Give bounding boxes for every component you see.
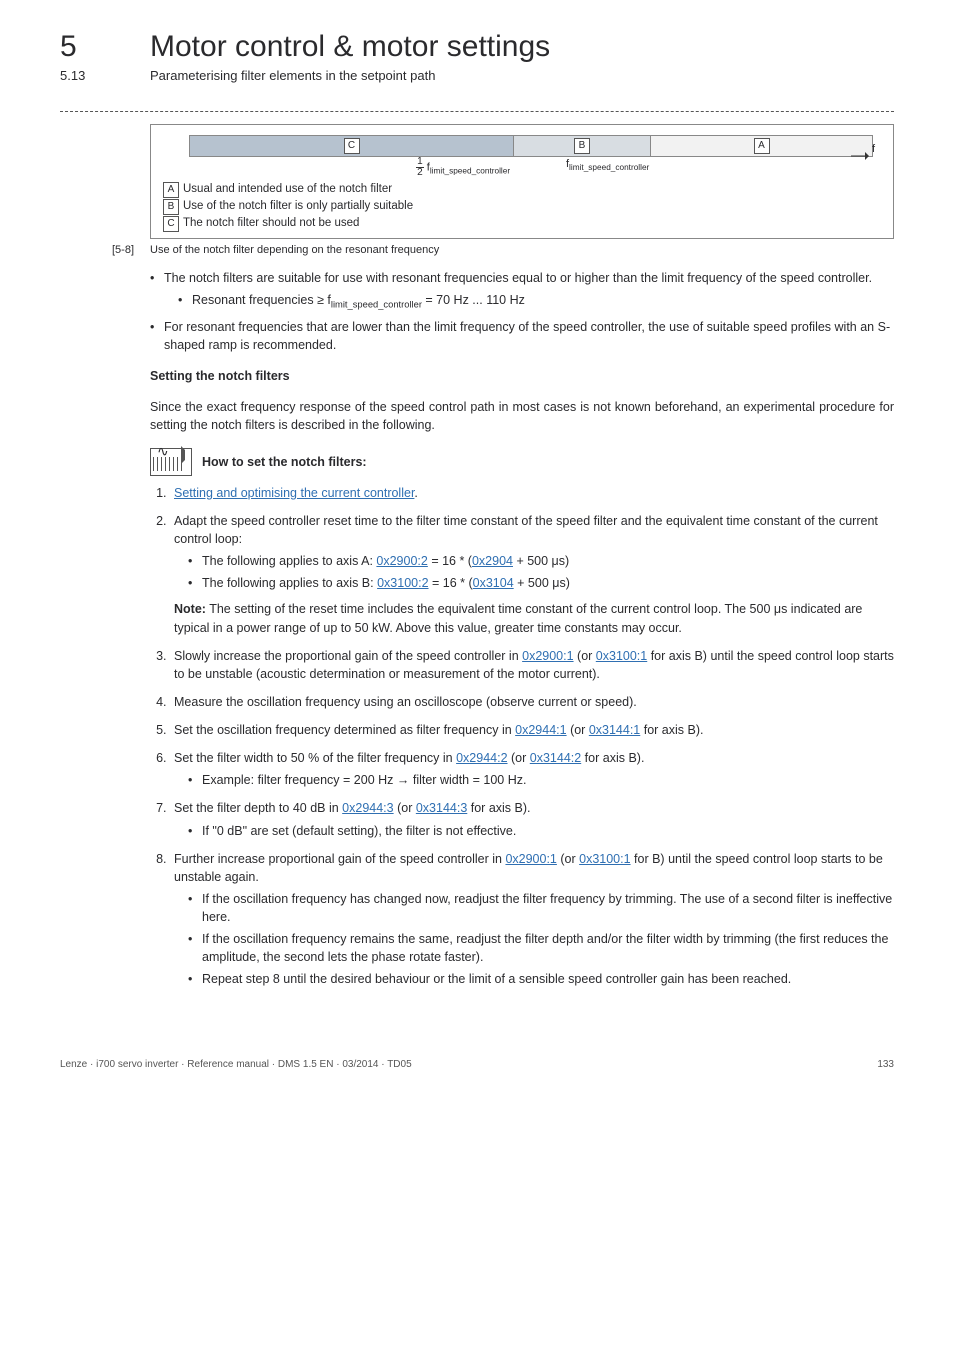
section-number: 5.13 <box>60 68 110 83</box>
bullet-sub-item: Resonant frequencies ≥ flimit_speed_cont… <box>178 291 894 312</box>
link-0x3144-2[interactable]: 0x3144:2 <box>530 751 581 765</box>
link-0x2944-3[interactable]: 0x2944:3 <box>342 801 393 815</box>
link-0x2904[interactable]: 0x2904 <box>472 554 513 568</box>
link-0x2900-2[interactable]: 0x2900:2 <box>376 554 427 568</box>
step-2b: The following applies to axis B: 0x3100:… <box>188 574 894 592</box>
step-5: Set the oscillation frequency determined… <box>170 721 894 739</box>
link-0x3100-2[interactable]: 0x3100:2 <box>377 576 428 590</box>
step-2: Adapt the speed controller reset time to… <box>170 512 894 637</box>
axis-label-f: f <box>872 142 875 158</box>
link-0x3100-1[interactable]: 0x3100:1 <box>596 649 647 663</box>
intro-paragraph: Since the exact frequency response of th… <box>150 398 894 434</box>
link-0x3144-1[interactable]: 0x3144:1 <box>589 723 640 737</box>
step-7: Set the filter depth to 40 dB in 0x2944:… <box>170 799 894 839</box>
link-0x2944-2[interactable]: 0x2944:2 <box>456 751 507 765</box>
chapter-number: 5 <box>60 30 110 64</box>
chapter-title: Motor control & motor settings <box>150 30 550 64</box>
step-4: Measure the oscillation frequency using … <box>170 693 894 711</box>
label-b: B <box>574 138 590 154</box>
link-0x3104[interactable]: 0x3104 <box>473 576 514 590</box>
howto-title: How to set the notch filters: <box>202 453 367 471</box>
heading-setting-notch: Setting the notch filters <box>150 367 894 385</box>
region-c: C <box>189 135 514 157</box>
label-c: C <box>344 138 360 154</box>
procedure-icon: ∿ <box>150 448 192 476</box>
section-title: Parameterising filter elements in the se… <box>150 68 435 83</box>
footer-left: Lenze · i700 servo inverter · Reference … <box>60 1059 412 1070</box>
region-b: B <box>514 135 651 157</box>
page-number: 133 <box>877 1059 894 1070</box>
step-6-example: Example: filter frequency = 200 Hz → fil… <box>188 771 894 789</box>
tick-half-limit: 12 flimit_speed_controller <box>189 157 514 177</box>
bullet-item: For resonant frequencies that are lower … <box>150 318 894 354</box>
figure-notch-filter-range: C B A f 12 flimit_speed_controller flimi… <box>150 124 894 239</box>
link-0x2944-1[interactable]: 0x2944:1 <box>515 723 566 737</box>
divider <box>60 111 894 112</box>
figure-caption: [5-8] Use of the notch filter depending … <box>90 243 894 259</box>
link-0x2900-1[interactable]: 0x2900:1 <box>522 649 573 663</box>
region-a: A <box>651 135 873 157</box>
link-0x3100-1-b[interactable]: 0x3100:1 <box>579 852 630 866</box>
step-2a: The following applies to axis A: 0x2900:… <box>188 552 894 570</box>
step-7-note: If "0 dB" are set (default setting), the… <box>188 822 894 840</box>
step-8-b1: If the oscillation frequency has changed… <box>188 890 894 926</box>
link-current-controller[interactable]: Setting and optimising the current contr… <box>174 486 414 500</box>
step-3: Slowly increase the proportional gain of… <box>170 647 894 683</box>
step-6: Set the filter width to 50 % of the filt… <box>170 749 894 789</box>
label-a: A <box>754 138 770 154</box>
step-8-b3: Repeat step 8 until the desired behaviou… <box>188 970 894 988</box>
step-8: Further increase proportional gain of th… <box>170 850 894 989</box>
tick-limit: flimit_speed_controller <box>514 157 653 177</box>
link-0x3144-3[interactable]: 0x3144:3 <box>416 801 467 815</box>
bullet-item: The notch filters are suitable for use w… <box>150 269 894 312</box>
figure-legend: AUsual and intended use of the notch fil… <box>163 181 881 232</box>
step-8-b2: If the oscillation frequency remains the… <box>188 930 894 966</box>
link-0x2900-1-b[interactable]: 0x2900:1 <box>505 852 556 866</box>
step-2-note: Note: The setting of the reset time incl… <box>174 600 894 636</box>
step-1: Setting and optimising the current contr… <box>170 484 894 502</box>
